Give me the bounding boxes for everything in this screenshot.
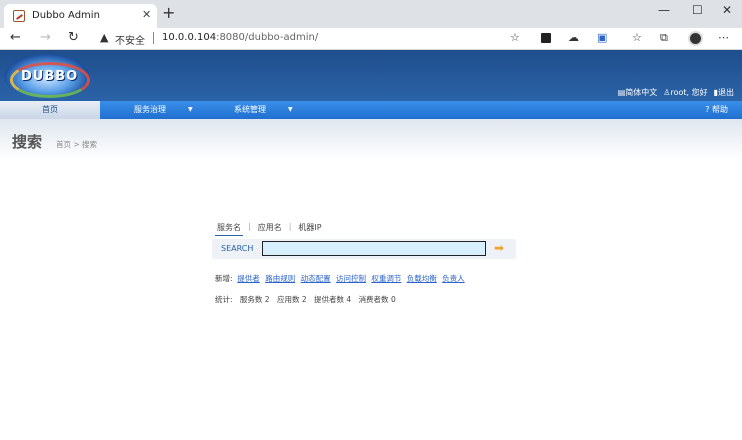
extension-icon[interactable] <box>541 33 551 43</box>
address-bar: ← → ↻ ▲ 不安全 10.0.0.104:8080/dubbo-admin/… <box>0 28 742 50</box>
stat-providers: 提供者数 4 <box>314 295 352 304</box>
favorites-icon[interactable]: ☆ <box>632 32 642 44</box>
back-icon[interactable]: ← <box>10 31 21 45</box>
chevron-down-icon[interactable]: ▼ <box>288 101 293 119</box>
profile-avatar[interactable] <box>688 31 703 46</box>
tab-machine-ip[interactable]: 机器IP <box>296 222 323 236</box>
add-links: 新增: 提供者 路由规则 动态配置 访问控制 权重调节 负载均衡 负责人 <box>215 273 468 284</box>
stats: 统计: 服务数 2 应用数 2 提供者数 4 消费者数 0 <box>215 294 401 305</box>
chevron-down-icon[interactable]: ▼ <box>188 101 193 119</box>
add-provider-link[interactable]: 提供者 <box>237 274 260 283</box>
add-load-balance-link[interactable]: 负载均衡 <box>407 274 437 283</box>
app-header: DUBBO ▤简体中文 ♙root, 您好 ▮退出 <box>0 50 742 101</box>
search-tabs: 服务名 | 应用名 | 机器IP <box>215 222 324 236</box>
stat-consumers: 消费者数 0 <box>358 295 396 304</box>
new-tab-icon[interactable]: + <box>162 5 175 21</box>
main-menu: 首页 服务治理 ▼ 系统管理 ▼ ? 帮助 <box>0 101 742 119</box>
logout-link[interactable]: ▮退出 <box>714 87 734 98</box>
search-go-icon[interactable]: ➡ <box>494 242 504 255</box>
browser-tab-bar: Dubbo Admin ✕ + — ☐ ✕ <box>0 0 742 28</box>
url-separator <box>153 32 154 44</box>
more-icon[interactable]: ⋯ <box>718 32 729 44</box>
menu-item-system-management[interactable]: 系统管理 <box>234 101 266 119</box>
url-host: 10.0.0.104 <box>162 32 217 43</box>
favorite-add-icon[interactable]: ☆ <box>510 32 520 44</box>
tab-title: Dubbo Admin <box>32 10 100 21</box>
warning-icon[interactable]: ▲ <box>100 31 108 44</box>
browser-tab[interactable]: Dubbo Admin ✕ <box>4 4 157 28</box>
tab-service-name[interactable]: 服务名 <box>215 222 243 236</box>
top-links: ▤简体中文 ♙root, 您好 ▮退出 <box>618 87 734 98</box>
breadcrumb[interactable]: 首页 > 搜索 <box>56 139 97 150</box>
add-access-control-link[interactable]: 访问控制 <box>336 274 366 283</box>
help-icon: ? <box>705 105 710 114</box>
logo-text: DUBBO <box>21 69 79 84</box>
close-window-icon[interactable]: ✕ <box>722 4 732 16</box>
tab-divider: | <box>248 222 251 231</box>
forward-icon[interactable]: → <box>40 31 51 45</box>
stat-services: 服务数 2 <box>239 295 270 304</box>
insecure-label[interactable]: 不安全 <box>115 32 145 47</box>
collections-icon[interactable]: ⧉ <box>660 32 668 44</box>
close-icon[interactable]: ✕ <box>142 8 151 21</box>
search-label: SEARCH <box>221 244 254 253</box>
add-route-link[interactable]: 路由规则 <box>265 274 295 283</box>
add-dynamic-config-link[interactable]: 动态配置 <box>301 274 331 283</box>
tab-divider: | <box>288 222 292 231</box>
cloud-icon[interactable]: ☁ <box>568 32 579 44</box>
favicon-icon <box>13 10 25 22</box>
dubbo-logo: DUBBO <box>4 54 90 98</box>
minimize-icon[interactable]: — <box>658 4 670 16</box>
add-owner-link[interactable]: 负责人 <box>442 274 465 283</box>
language-link[interactable]: ▤简体中文 <box>618 87 658 98</box>
menu-item-service-governance[interactable]: 服务治理 <box>134 101 166 119</box>
stats-label: 统计: <box>215 295 233 304</box>
help-link[interactable]: ? 帮助 <box>705 101 728 119</box>
url-path: :8080/dubbo-admin/ <box>216 32 319 43</box>
user-greeting[interactable]: ♙root, 您好 <box>663 87 707 98</box>
translate-icon[interactable]: ▣ <box>597 32 607 44</box>
menu-item-home[interactable]: 首页 <box>0 101 100 119</box>
tab-application-name[interactable]: 应用名 <box>256 222 284 236</box>
subheader-band <box>0 119 742 159</box>
search-input[interactable] <box>262 241 486 256</box>
stat-applications: 应用数 2 <box>276 295 307 304</box>
maximize-icon[interactable]: ☐ <box>692 4 703 16</box>
reload-icon[interactable]: ↻ <box>68 31 79 45</box>
page-title: 搜索 <box>12 133 43 151</box>
add-weight-link[interactable]: 权重调节 <box>371 274 401 283</box>
add-label: 新增: <box>215 274 233 283</box>
search-bar: SEARCH ➡ <box>212 239 516 259</box>
url-field[interactable]: 10.0.0.104:8080/dubbo-admin/ <box>162 32 318 43</box>
